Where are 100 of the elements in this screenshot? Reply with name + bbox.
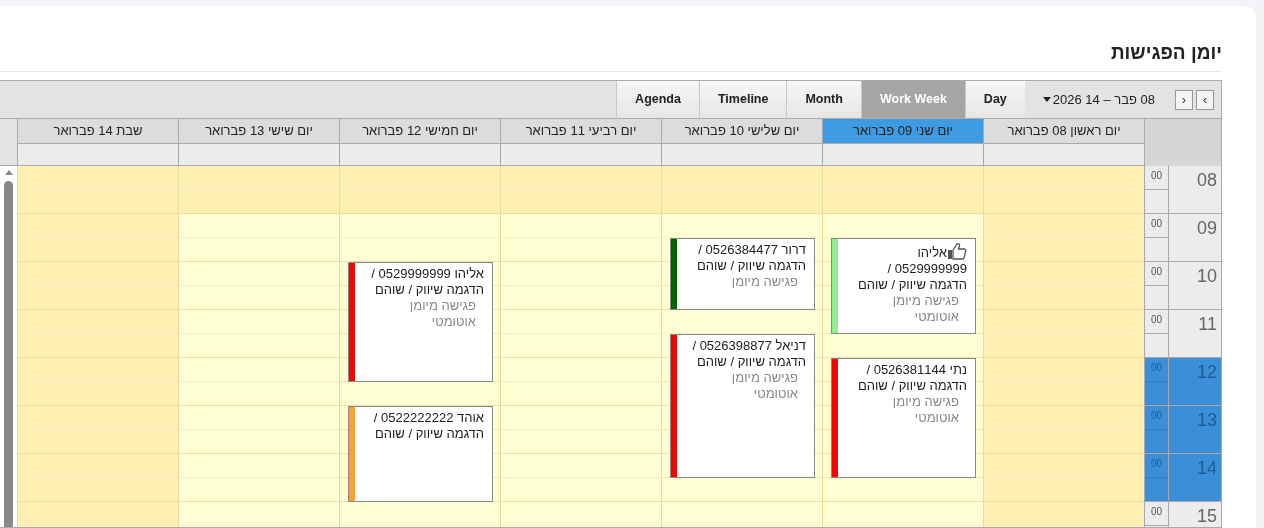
time-slot[interactable] — [179, 166, 339, 190]
time-slot[interactable] — [179, 358, 339, 382]
time-slot[interactable] — [179, 190, 339, 214]
time-slot[interactable] — [501, 382, 661, 406]
nav-button[interactable]: ‹ — [1196, 89, 1214, 110]
time-slot[interactable] — [501, 286, 661, 310]
time-slot[interactable] — [340, 214, 500, 238]
nav-button[interactable]: › — [1175, 89, 1193, 110]
time-slot[interactable] — [18, 190, 178, 214]
time-slot[interactable] — [18, 214, 178, 238]
time-slot[interactable] — [823, 502, 983, 526]
time-slot[interactable] — [501, 358, 661, 382]
day-header[interactable]: יום שני 09 פברואר — [822, 119, 983, 144]
time-slot[interactable] — [984, 478, 1144, 502]
time-slot[interactable] — [984, 190, 1144, 214]
time-slot[interactable] — [340, 382, 500, 406]
time-slot[interactable] — [501, 406, 661, 430]
time-slot[interactable] — [823, 190, 983, 214]
time-slot[interactable] — [984, 286, 1144, 310]
time-slot[interactable] — [501, 166, 661, 190]
time-slot[interactable] — [179, 286, 339, 310]
time-slot[interactable] — [823, 334, 983, 358]
time-slot[interactable] — [984, 454, 1144, 478]
time-slot[interactable] — [501, 430, 661, 454]
time-slot[interactable] — [179, 454, 339, 478]
day-header[interactable]: יום חמישי 12 פברואר — [339, 119, 500, 144]
time-slot[interactable] — [984, 406, 1144, 430]
time-slot[interactable] — [18, 166, 178, 190]
time-slot[interactable] — [662, 502, 822, 526]
view-tab[interactable]: Month — [786, 81, 861, 118]
minute-label: 00 — [1145, 166, 1168, 190]
time-slot[interactable] — [662, 166, 822, 190]
view-tab[interactable]: Agenda — [616, 81, 699, 118]
time-slot[interactable] — [984, 214, 1144, 238]
appointment-card[interactable]: נתי 0526381144 / הדגמה שיווק / שוהם פגישה מיומן אוטומטי — [831, 358, 976, 478]
scroll-up-icon[interactable] — [4, 170, 13, 175]
time-slot[interactable] — [18, 478, 178, 502]
time-slot[interactable] — [984, 166, 1144, 190]
time-slot[interactable] — [501, 478, 661, 502]
time-slot[interactable] — [823, 478, 983, 502]
time-slot[interactable] — [179, 214, 339, 238]
time-slot[interactable] — [340, 502, 500, 526]
appointment-card[interactable]: אליהו 0529999999 / הדגמה שיווק / שוהם פגישה מיומן אוטומטי — [831, 238, 976, 334]
time-slot[interactable] — [984, 334, 1144, 358]
time-slot[interactable] — [340, 166, 500, 190]
time-slot[interactable] — [179, 502, 339, 526]
time-slot[interactable] — [662, 478, 822, 502]
appointment-card[interactable]: דרור 0526384477 / הדגמה שיווק / שוהם פגישה מיומן — [670, 238, 815, 310]
time-slot[interactable] — [18, 406, 178, 430]
time-slot[interactable] — [18, 454, 178, 478]
time-slot[interactable] — [18, 502, 178, 526]
time-slot[interactable] — [662, 310, 822, 334]
day-header[interactable]: יום רביעי 11 פברואר — [500, 119, 661, 144]
time-slot[interactable] — [501, 310, 661, 334]
time-slot[interactable] — [340, 190, 500, 214]
time-slot[interactable] — [18, 238, 178, 262]
day-header[interactable]: שבת 14 פברואר — [17, 119, 178, 144]
view-tab[interactable]: Day — [964, 81, 1025, 118]
day-header[interactable]: יום ראשון 08 פברואר — [983, 119, 1144, 144]
time-slot[interactable] — [179, 238, 339, 262]
time-slot[interactable] — [179, 334, 339, 358]
time-slot[interactable] — [18, 286, 178, 310]
time-slot[interactable] — [18, 382, 178, 406]
time-slot[interactable] — [662, 190, 822, 214]
time-slot[interactable] — [501, 454, 661, 478]
time-slot[interactable] — [179, 262, 339, 286]
time-slot[interactable] — [984, 502, 1144, 526]
time-slot[interactable] — [179, 382, 339, 406]
time-slot[interactable] — [179, 478, 339, 502]
time-slot[interactable] — [501, 334, 661, 358]
time-slot[interactable] — [501, 238, 661, 262]
time-slot[interactable] — [179, 406, 339, 430]
scroll-thumb[interactable] — [4, 181, 13, 527]
appointment-card[interactable]: דניאל 0526398877 / הדגמה שיווק / שוהם פגישה מיומן אוטומטי — [670, 334, 815, 478]
time-slot[interactable] — [984, 358, 1144, 382]
time-slot[interactable] — [984, 430, 1144, 454]
time-slot[interactable] — [501, 262, 661, 286]
time-slot[interactable] — [984, 310, 1144, 334]
date-range-picker[interactable]: 08 פבר – 14 2026 — [1042, 89, 1155, 110]
appointment-card[interactable]: אליהו 0529999999 / הדגמה שיווק / שוהם פגישה מיומן אוטומטי — [348, 262, 493, 382]
day-header[interactable]: יום שישי 13 פברואר — [178, 119, 339, 144]
time-slot[interactable] — [984, 262, 1144, 286]
time-slot[interactable] — [501, 214, 661, 238]
appointment-note: פגישה מיומן אוטומטי — [891, 293, 960, 325]
time-slot[interactable] — [501, 502, 661, 526]
time-slot[interactable] — [501, 190, 661, 214]
time-slot[interactable] — [18, 430, 178, 454]
appointment-title: אליהו 0529999999 / הדגמה שיווק / שוהם — [857, 245, 967, 292]
time-slot[interactable] — [984, 382, 1144, 406]
time-slot[interactable] — [984, 238, 1144, 262]
time-slot[interactable] — [662, 214, 822, 238]
time-slot[interactable] — [179, 310, 339, 334]
time-slot[interactable] — [340, 238, 500, 262]
day-header[interactable]: יום שלישי 10 פברואר — [661, 119, 822, 144]
time-slot[interactable] — [823, 214, 983, 238]
view-tab[interactable]: Timeline — [698, 81, 787, 118]
appointment-card[interactable]: אוהד 0522222222 / הדגמה שיווק / שוהם — [348, 406, 493, 502]
time-slot[interactable] — [18, 262, 178, 286]
time-slot[interactable] — [823, 166, 983, 190]
time-slot[interactable] — [179, 430, 339, 454]
